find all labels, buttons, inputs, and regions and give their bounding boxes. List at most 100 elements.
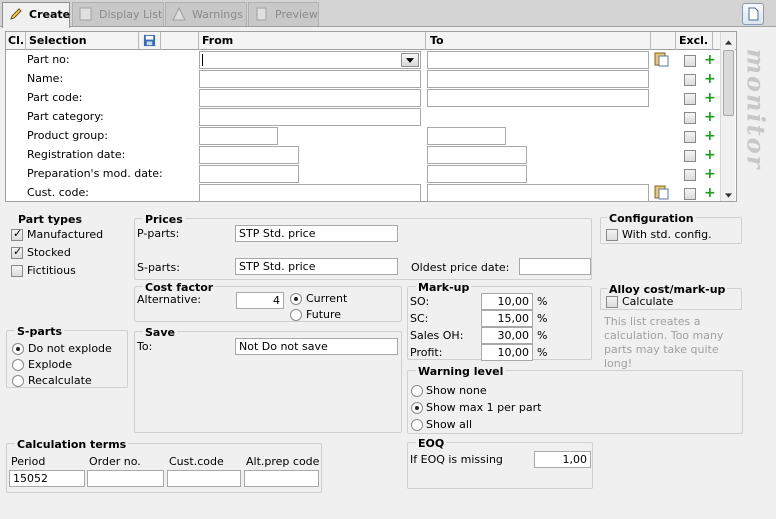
warning-level-title: Warning level <box>416 365 506 378</box>
current-label: Current <box>306 292 348 305</box>
add-row-button[interactable]: + <box>704 72 716 86</box>
scrollbar-thumb[interactable] <box>723 50 734 116</box>
sc-label: SC: <box>410 312 429 325</box>
alternative-input[interactable]: 4 <box>236 292 284 309</box>
save-icon[interactable] <box>143 34 156 47</box>
prep-mod-date-from-input[interactable] <box>199 165 299 183</box>
do-not-explode-radio[interactable] <box>12 343 24 355</box>
clipboard-icon[interactable] <box>653 184 669 200</box>
stocked-label: Stocked <box>27 246 71 259</box>
excl-checkbox[interactable] <box>684 55 696 67</box>
fictitious-checkbox[interactable] <box>11 265 23 277</box>
show-max-radio[interactable] <box>411 402 423 414</box>
excl-checkbox[interactable] <box>684 131 696 143</box>
show-all-label: Show all <box>426 418 473 431</box>
registration-date-to-input[interactable] <box>427 146 527 164</box>
product-group-to-input[interactable] <box>427 127 506 145</box>
add-row-button[interactable]: + <box>704 167 716 181</box>
name-to-input[interactable] <box>427 70 649 88</box>
s-parts-input[interactable]: STP Std. price <box>235 258 398 275</box>
add-row-button[interactable]: + <box>704 148 716 162</box>
oldest-price-date-input[interactable] <box>519 258 591 275</box>
calc-terms-group: Calculation terms Period Order no. Cust.… <box>6 438 322 493</box>
explode-label: Explode <box>28 358 72 371</box>
period-input[interactable]: 15052 <box>9 470 85 487</box>
alt-prep-code-label: Alt.prep code <box>246 455 320 468</box>
cust-code-from-input[interactable] <box>199 184 421 202</box>
sales-oh-input[interactable]: 30,00 <box>481 327 533 344</box>
excl-checkbox[interactable] <box>684 169 696 181</box>
stocked-checkbox[interactable] <box>11 245 23 259</box>
name-from-input[interactable] <box>199 70 421 88</box>
cust-code-to-input[interactable] <box>427 184 649 202</box>
header-from: From <box>202 34 234 47</box>
add-row-button[interactable]: + <box>704 129 716 143</box>
profit-input[interactable]: 10,00 <box>481 344 533 361</box>
clipboard-icon[interactable] <box>653 51 669 67</box>
eoq-group: EOQ If EOQ is missing 1,00 <box>407 437 593 489</box>
tab-warnings[interactable]: Warnings <box>165 2 247 26</box>
part-no-to-input[interactable] <box>427 51 649 69</box>
tab-display-list[interactable]: Display List <box>72 2 164 26</box>
product-group-from-input[interactable] <box>199 127 278 145</box>
configuration-title: Configuration <box>607 212 696 225</box>
markup-title: Mark-up <box>416 281 472 294</box>
scroll-up-icon[interactable] <box>725 40 732 45</box>
add-row-button[interactable]: + <box>704 110 716 124</box>
add-row-button[interactable]: + <box>704 186 716 200</box>
save-title: Save <box>143 326 177 339</box>
tab-create[interactable]: Create <box>2 2 70 28</box>
show-all-radio[interactable] <box>411 419 423 431</box>
row-label-part-no: Part no: <box>27 53 70 66</box>
order-no-input[interactable] <box>87 470 164 487</box>
alternative-label: Alternative: <box>137 293 202 306</box>
period-label: Period <box>11 455 46 468</box>
dropdown-button[interactable] <box>401 53 419 67</box>
tab-preview[interactable]: Preview <box>248 2 319 26</box>
excl-checkbox[interactable] <box>684 150 696 162</box>
sc-unit: % <box>537 312 548 325</box>
excl-checkbox[interactable] <box>684 93 696 105</box>
so-input[interactable]: 10,00 <box>481 293 533 310</box>
show-none-radio[interactable] <box>411 385 423 397</box>
current-radio[interactable] <box>290 293 302 305</box>
save-to-input[interactable]: Not Do not save <box>235 338 398 355</box>
order-no-label: Order no. <box>89 455 141 468</box>
part-category-from-input[interactable] <box>199 108 421 126</box>
header-cl: Cl. <box>8 34 25 47</box>
part-code-from-input[interactable] <box>199 89 421 107</box>
eoq-missing-input[interactable]: 1,00 <box>534 451 591 468</box>
prep-mod-date-to-input[interactable] <box>427 165 527 183</box>
calculate-checkbox[interactable] <box>606 296 618 308</box>
add-row-button[interactable]: + <box>704 53 716 67</box>
sc-input[interactable]: 15,00 <box>481 310 533 327</box>
row-label-part-code: Part code: <box>27 91 83 104</box>
manufactured-checkbox[interactable] <box>11 227 23 241</box>
p-parts-input[interactable]: STP Std. price <box>235 225 398 242</box>
alt-prep-code-input[interactable] <box>244 470 319 487</box>
registration-date-from-input[interactable] <box>199 146 299 164</box>
tab-create-label: Create <box>29 8 71 21</box>
fictitious-label: Fictitious <box>27 264 76 277</box>
add-row-button[interactable]: + <box>704 91 716 105</box>
future-radio[interactable] <box>290 309 302 321</box>
row-label-cust-code: Cust. code: <box>27 186 89 199</box>
grid-scrollbar[interactable] <box>720 32 735 201</box>
eoq-missing-label: If EOQ is missing <box>410 453 503 466</box>
row-label-prep-mod-date: Preparation's mod. date: <box>27 167 163 180</box>
part-no-from-dropdown[interactable] <box>199 51 421 69</box>
recalculate-radio[interactable] <box>12 375 24 387</box>
new-document-button[interactable] <box>742 3 764 25</box>
warning-icon <box>172 7 186 21</box>
show-max-label: Show max 1 per part <box>426 401 542 414</box>
scroll-down-icon[interactable] <box>725 193 732 198</box>
cust-code-input[interactable] <box>167 470 241 487</box>
save-to-label: To: <box>137 340 153 353</box>
part-code-to-input[interactable] <box>427 89 649 107</box>
excl-checkbox[interactable] <box>684 74 696 86</box>
document-icon <box>748 7 759 21</box>
with-std-config-checkbox[interactable] <box>606 229 618 241</box>
excl-checkbox[interactable] <box>684 112 696 124</box>
excl-checkbox[interactable] <box>684 188 696 200</box>
explode-radio[interactable] <box>12 359 24 371</box>
